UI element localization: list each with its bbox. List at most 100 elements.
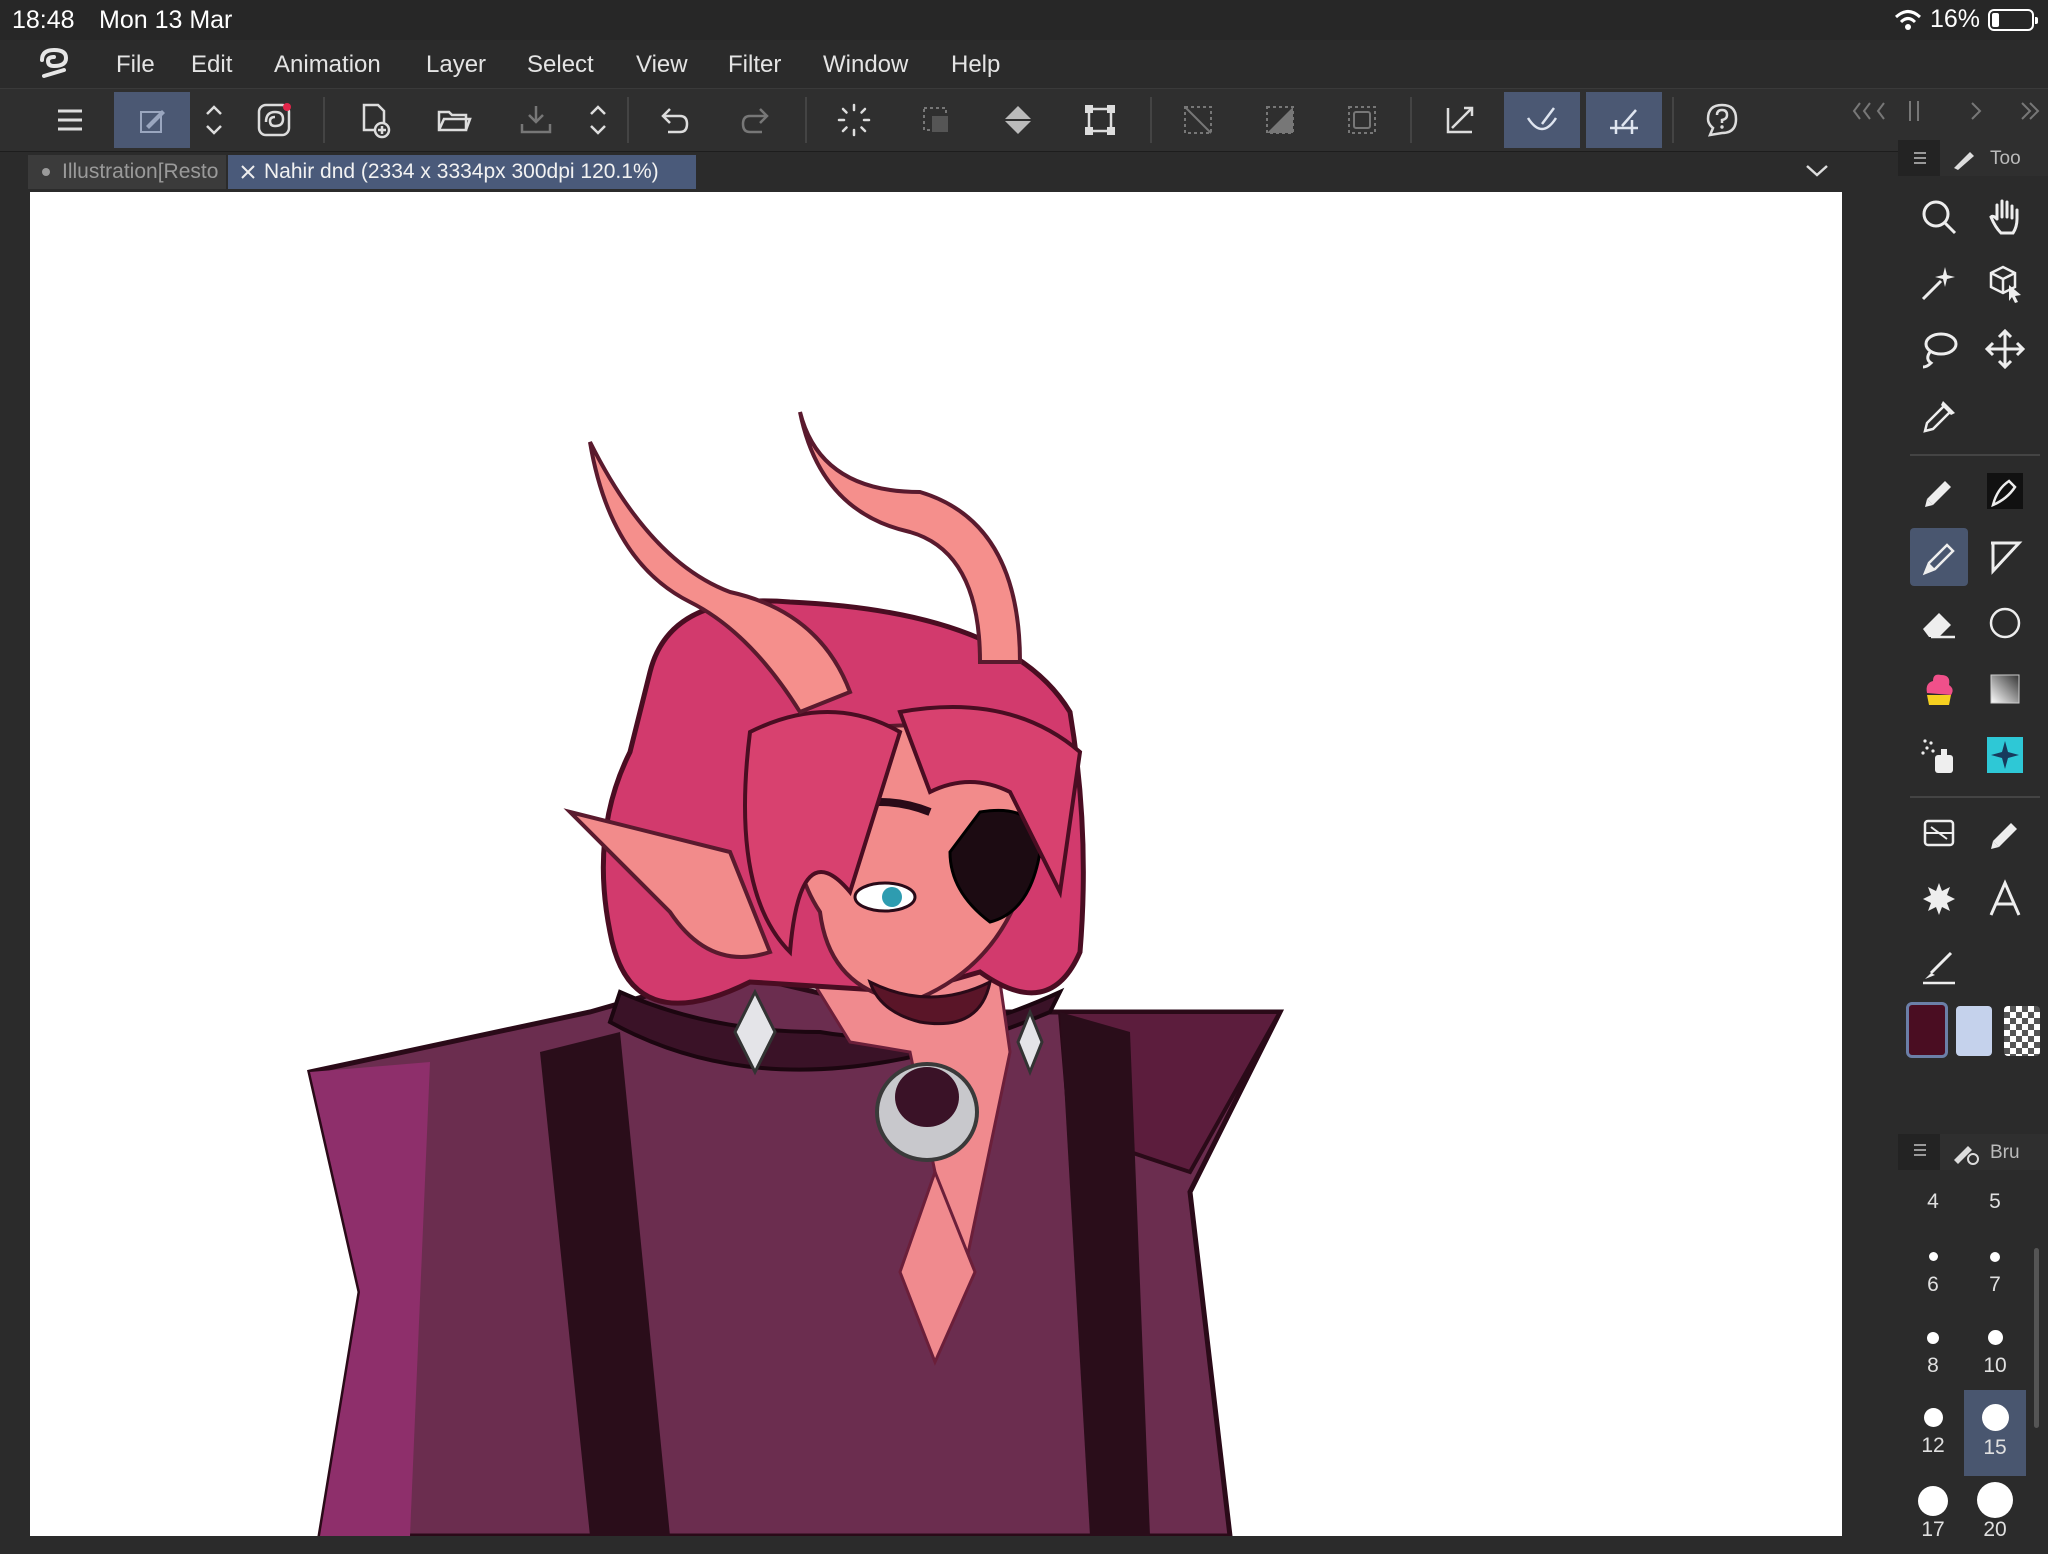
brush-size-17[interactable]: 17 [1902, 1476, 1964, 1554]
brush-dot-icon [1923, 1408, 1943, 1427]
brush-dot-icon [1928, 1252, 1938, 1261]
menu-filter[interactable]: Filter [728, 51, 781, 79]
menu-select[interactable]: Select [527, 51, 594, 79]
tab-illustration[interactable]: Illustration[Resto [28, 155, 226, 189]
menu-edit[interactable]: Edit [191, 51, 232, 79]
pencil-tool[interactable] [1910, 528, 1968, 586]
hand-tool[interactable] [1976, 188, 2034, 246]
zoom-tool[interactable] [1910, 188, 1968, 246]
ruler-snap-button[interactable] [1422, 92, 1498, 148]
pen-tool-tab-icon[interactable] [1952, 148, 1978, 170]
brush-size-label: 17 [1921, 1518, 1945, 1541]
invert-selection-button[interactable] [1242, 92, 1318, 148]
brush-size-20[interactable]: 20 [1964, 1476, 2026, 1554]
decoration-tool[interactable] [1910, 660, 1968, 718]
expand-right-icon[interactable] [2018, 99, 2040, 123]
new-canvas-button[interactable] [336, 92, 412, 148]
menu-layer[interactable]: Layer [426, 51, 486, 79]
clip-studio-logo-icon[interactable] [34, 46, 74, 82]
help-button[interactable] [1684, 92, 1760, 148]
panel-menu-icon[interactable] [1912, 150, 1928, 166]
fill-bucket-icon [1004, 106, 1032, 134]
clear-button[interactable] [816, 92, 892, 148]
close-icon[interactable] [240, 164, 256, 180]
collapse-panels-icon[interactable] [1850, 99, 1890, 123]
open-button[interactable] [416, 92, 492, 148]
brush-size-label: 5 [1989, 1190, 2001, 1213]
eraser-icon [1923, 613, 1955, 639]
gradient-icon [1990, 674, 2020, 704]
clear-outside-selection-button[interactable] [898, 92, 974, 148]
brush-panel-header: Bru [1898, 1134, 2048, 1170]
left-collapsed-strip [0, 88, 28, 1536]
starburst-icon [1923, 883, 1955, 915]
eyedropper-tool[interactable] [1910, 386, 1968, 444]
main-color-swatch[interactable] [1906, 1002, 1948, 1058]
auto-select-tool[interactable] [1910, 254, 1968, 312]
undo-icon [661, 108, 689, 134]
correct-line-tool[interactable] [1910, 936, 1968, 994]
move-layer-tool[interactable] [1976, 320, 2034, 378]
help-bubble-icon [1706, 103, 1738, 137]
pencil-icon [1922, 543, 1955, 576]
brush-size-12[interactable]: 12 [1902, 1398, 1964, 1476]
tab-list-chevron-icon[interactable] [1804, 162, 1830, 180]
sub-color-swatch[interactable] [1956, 1006, 1992, 1056]
pen-tool[interactable] [1910, 462, 1968, 520]
vector-pen-tool[interactable] [1976, 462, 2034, 520]
menu-view[interactable]: View [636, 51, 688, 79]
brush-size-5[interactable]: 5 [1964, 1182, 2026, 1222]
airbrush-angle-tool[interactable] [1976, 528, 2034, 586]
clip-studio-button[interactable] [236, 92, 312, 148]
brush-size-10[interactable]: 10 [1964, 1318, 2026, 1396]
tab-label: Nahir dnd (2334 x 3334px 300dpi 120.1%) [264, 160, 659, 183]
chevron-up-down-icon [206, 105, 222, 135]
brush-size-8[interactable]: 8 [1902, 1318, 1964, 1396]
operation-tool[interactable] [1976, 254, 2034, 312]
frame-border-tool[interactable] [1910, 804, 1968, 862]
chevron-right-icon[interactable] [1968, 99, 1984, 123]
deselect-button[interactable] [1160, 92, 1236, 148]
figure-ellipse-tool[interactable] [1976, 594, 2034, 652]
selection-border-button[interactable] [1324, 92, 1400, 148]
marker-pen-icon [1925, 481, 1951, 507]
save-stepper[interactable] [560, 92, 636, 148]
transform-button[interactable] [1062, 92, 1138, 148]
tool-divider [1910, 796, 2040, 798]
redo-button[interactable] [718, 92, 794, 148]
menu-window[interactable]: Window [823, 51, 908, 79]
airbrush-tool[interactable] [1910, 726, 1968, 784]
drawing-canvas[interactable] [30, 192, 1842, 1536]
brush-size-6[interactable]: 6 [1902, 1238, 1964, 1316]
panel-divider-icon[interactable] [1904, 97, 1924, 125]
brush-size-4[interactable]: 4 [1902, 1182, 1964, 1222]
brush-size-7[interactable]: 7 [1964, 1238, 2026, 1316]
lasso-tool[interactable] [1910, 320, 1968, 378]
brush-tool[interactable] [1976, 804, 2034, 862]
snap-grid-button[interactable] [1586, 92, 1662, 148]
clip-studio-icon [257, 103, 291, 137]
fill-button[interactable] [980, 92, 1056, 148]
menu-file[interactable]: File [116, 51, 155, 79]
document-tab-bar: Illustration[Resto Nahir dnd (2334 x 333… [28, 152, 1842, 190]
balloon-tool[interactable] [1910, 870, 1968, 928]
panel-menu-icon[interactable] [1912, 1142, 1928, 1158]
brush-size-label: 15 [1983, 1436, 2007, 1459]
menu-hamburger-button[interactable] [32, 92, 108, 148]
text-tool[interactable] [1976, 870, 2034, 928]
menu-animation[interactable]: Animation [274, 51, 381, 79]
menu-help[interactable]: Help [951, 51, 1000, 79]
ai-assist-tool[interactable] [1976, 726, 2034, 784]
undo-button[interactable] [636, 92, 712, 148]
transparent-color-swatch[interactable] [2004, 1006, 2040, 1056]
tab-nahir-dnd[interactable]: Nahir dnd (2334 x 3334px 300dpi 120.1%) [228, 155, 696, 189]
gradient-tool[interactable] [1976, 660, 2034, 718]
brush-size-15[interactable]: 15 [1964, 1390, 2026, 1476]
eraser-tool[interactable] [1910, 594, 1968, 652]
brush-list-scrollbar[interactable] [2034, 1248, 2039, 1428]
snap-curve-icon [1526, 107, 1558, 131]
snap-special-ruler-button[interactable] [1504, 92, 1580, 148]
brush-size-tab-icon[interactable] [1952, 1140, 1980, 1166]
brush-panel-title: Bru [1990, 1142, 2020, 1163]
tab-label: Illustration[Resto [62, 160, 219, 183]
